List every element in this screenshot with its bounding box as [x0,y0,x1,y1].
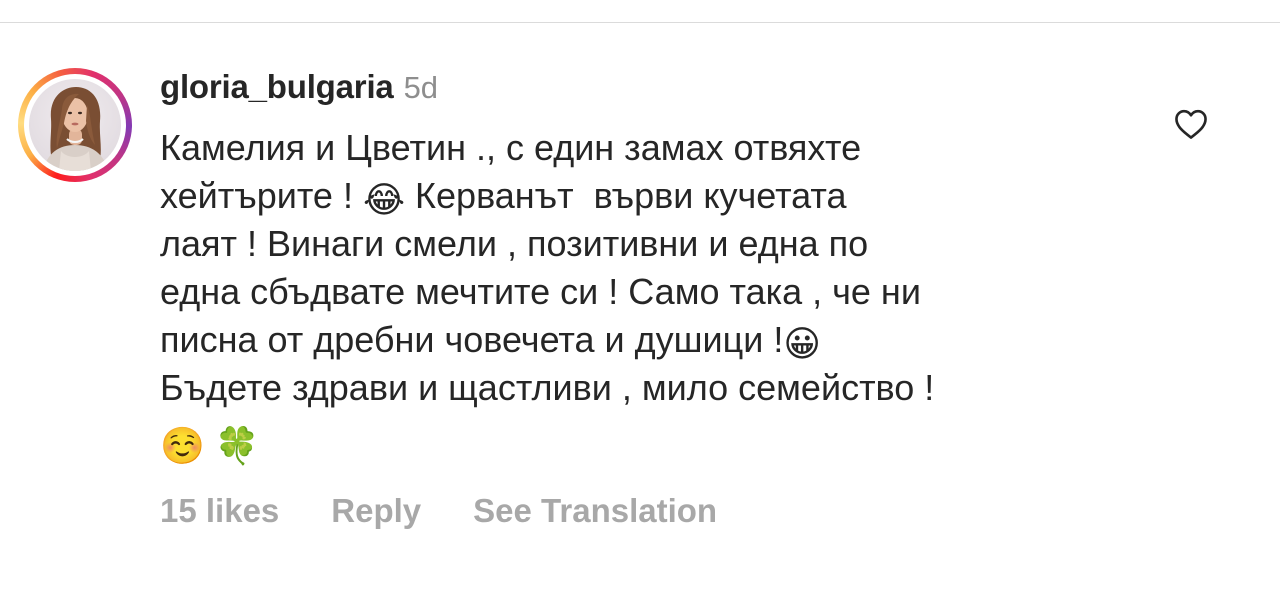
comment-text-span: лаят ! Винаги смели , позитивни и една п… [160,223,869,264]
heart-outline-icon [1175,109,1207,139]
comment-text-span: Керванът върви кучетата [405,175,847,216]
avatar[interactable] [18,68,132,182]
comment-text-span: Бъдете здрави и щастливи , мило семейств… [160,367,935,408]
grinning-face-emoji-icon: 😀 [783,323,821,364]
comment-header: gloria_bulgaria 5d [160,68,438,108]
comment-line: Камелия и Цветин ., с един замах отвяхте [160,124,1160,172]
comment-actions: 15 likes Reply See Translation [160,492,769,530]
four-leaf-clover-emoji-icon: 🍀 [214,425,260,466]
comment-timestamp: 5d [403,70,439,105]
comment-line: лаят ! Винаги смели , позитивни и една п… [160,220,1160,268]
comment-text-span: хейтърите ! [160,175,363,216]
see-translation-button[interactable]: See Translation [473,492,717,530]
reply-button[interactable]: Reply [331,492,421,530]
comment-line: Бъдете здрави и щастливи , мило семейств… [160,364,1160,412]
avatar-ring-gap [24,74,126,176]
like-comment-button[interactable] [1172,106,1210,142]
comment-text-span: една сбъдвате мечтите си ! Само така , ч… [160,271,921,312]
comment-line: една сбъдвате мечтите си ! Само така , ч… [160,268,1160,316]
likes-count-link[interactable]: 15 likes [160,492,279,530]
comment-line: хейтърите ! 😂 Керванът върви кучетата [160,172,1160,220]
comment-text-span: писна от дребни човечета и душици ! [160,319,784,360]
comment-text-span: Камелия и Цветин ., с един замах отвяхте [160,127,862,168]
top-divider [0,22,1280,23]
smiling-face-emoji-icon: ☺️ [160,425,205,466]
comment-text: Камелия и Цветин ., с един замах отвяхте… [160,124,1160,466]
comment-line: писна от дребни човечета и душици !😀 [160,316,1160,364]
tears-of-joy-emoji-icon: 😂 [362,179,406,220]
profile-photo-icon [43,87,108,171]
comment-line: ☺️ 🍀 [160,418,1160,466]
username-link[interactable]: gloria_bulgaria [160,68,394,106]
avatar-photo [29,79,121,171]
